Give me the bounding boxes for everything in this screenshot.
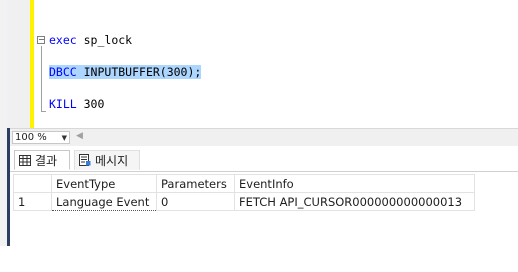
tab-results[interactable]: 결과 (14, 150, 70, 170)
code-line-kill[interactable]: KILL 300 (49, 96, 104, 112)
column-header-eventtype[interactable]: EventType (51, 174, 157, 193)
query-editor[interactable]: − exec sp_lock DBCC INPUTBUFFER(300); KI… (10, 0, 518, 128)
fold-guide-line (41, 46, 42, 112)
fold-guide-end (41, 111, 46, 112)
code-text: 300 (76, 97, 105, 111)
scroll-left-icon[interactable]: ◀ (76, 131, 83, 141)
cell-eventtype[interactable]: Language Event (51, 192, 157, 211)
row-number-header[interactable] (13, 174, 52, 193)
keyword: DBCC (49, 65, 77, 79)
keyword: exec (49, 33, 77, 47)
code-line-dbcc[interactable]: DBCC INPUTBUFFER(300); (49, 64, 202, 80)
bottom-area (0, 246, 518, 272)
zoom-dropdown[interactable]: 100 % ▼ (12, 131, 70, 144)
editor-gutter (10, 0, 30, 128)
results-grid: EventType Parameters EventInfo 1 Languag… (13, 174, 475, 211)
code-line-exec[interactable]: exec sp_lock (49, 32, 132, 48)
results-grid-area: EventType Parameters EventInfo 1 Languag… (10, 172, 518, 246)
cell-parameters[interactable]: 0 (156, 192, 235, 211)
tab-results-label: 결과 (35, 154, 58, 168)
change-tracking-bar (30, 0, 34, 128)
results-tabbar: 결과 메시지 (10, 146, 518, 172)
column-header-eventinfo[interactable]: EventInfo (234, 174, 475, 193)
grid-header-row: EventType Parameters EventInfo (13, 174, 475, 193)
keyword: KILL (49, 97, 77, 111)
tab-messages-label: 메시지 (95, 154, 129, 168)
table-row[interactable]: 1 Language Event 0 FETCH API_CURSOR00000… (13, 192, 475, 211)
editor-status-bar: 100 % ▼ ◀ (10, 128, 518, 146)
row-number[interactable]: 1 (13, 192, 52, 211)
code-text: INPUTBUFFER(300); (76, 65, 202, 79)
cell-eventinfo[interactable]: FETCH API_CURSOR000000000000013 (234, 192, 475, 211)
tab-messages[interactable]: 메시지 (74, 150, 140, 170)
zoom-value: 100 % (15, 132, 47, 143)
message-icon (79, 152, 91, 172)
grid-icon (19, 152, 31, 172)
column-header-parameters[interactable]: Parameters (156, 174, 235, 193)
code-text: sp_lock (76, 33, 133, 47)
collapse-icon[interactable]: − (37, 36, 45, 44)
chevron-down-icon[interactable]: ▼ (62, 133, 67, 144)
